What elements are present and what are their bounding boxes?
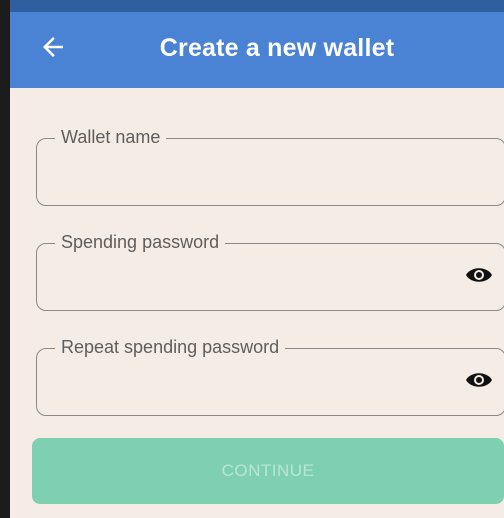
wallet-name-input[interactable]	[55, 157, 445, 189]
wallet-name-field[interactable]: Wallet name	[36, 126, 504, 206]
app-bar: Create a new wallet	[10, 12, 504, 88]
repeat-spending-password-input[interactable]	[55, 367, 445, 399]
show-repeat-password-eye-icon[interactable]	[465, 370, 493, 390]
spending-password-input[interactable]	[55, 262, 445, 294]
status-bar	[10, 0, 504, 12]
continue-button[interactable]: CONTINUE	[32, 438, 504, 504]
spending-password-label: Spending password	[55, 231, 226, 253]
show-password-eye-icon[interactable]	[465, 265, 493, 285]
repeat-spending-password-field[interactable]: Repeat spending password	[36, 336, 504, 416]
spending-password-field[interactable]: Spending password	[36, 231, 504, 311]
repeat-spending-password-label: Repeat spending password	[55, 336, 286, 358]
page-title: Create a new wallet	[159, 34, 395, 62]
wallet-name-label: Wallet name	[55, 126, 167, 148]
wallet-create-screen: Create a new wallet Wallet name Spending…	[10, 0, 504, 518]
